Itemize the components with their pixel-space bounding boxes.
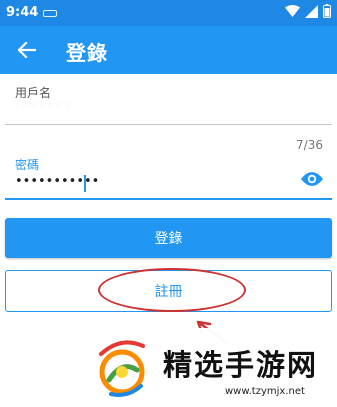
- app-bar: 登錄: [0, 26, 337, 74]
- eye-icon: [301, 172, 323, 186]
- password-underline: [5, 198, 332, 200]
- watermark: 精选手游网 www.tzymjx.net: [85, 328, 337, 407]
- username-underline: [5, 124, 332, 125]
- page-title: 登錄: [66, 41, 108, 65]
- wifi-icon: [285, 5, 300, 17]
- back-button[interactable]: [14, 37, 40, 63]
- status-icons: [285, 4, 331, 18]
- password-field[interactable]: •••••••••••: [15, 174, 99, 189]
- login-button[interactable]: 登錄: [5, 218, 332, 258]
- text-cursor: [84, 175, 86, 192]
- battery-icon: [323, 4, 331, 18]
- password-label: 密碼: [15, 158, 40, 172]
- toggle-password-visibility-button[interactable]: [298, 165, 326, 193]
- character-counter: 7/36: [296, 138, 323, 152]
- back-arrow-icon: [18, 42, 36, 58]
- username-label: 用戶名: [15, 86, 52, 100]
- username-field[interactable]: · · · · · · ·: [15, 100, 115, 116]
- status-time: 9:44: [6, 5, 39, 20]
- signal-icon: [305, 4, 318, 18]
- notification-icon: [43, 10, 57, 17]
- annotation-ellipse: [98, 268, 246, 312]
- watermark-url: www.tzymjx.net: [225, 386, 305, 397]
- watermark-logo-icon: [99, 340, 145, 397]
- status-bar: 9:44: [0, 0, 337, 26]
- watermark-text: 精选手游网: [163, 348, 319, 382]
